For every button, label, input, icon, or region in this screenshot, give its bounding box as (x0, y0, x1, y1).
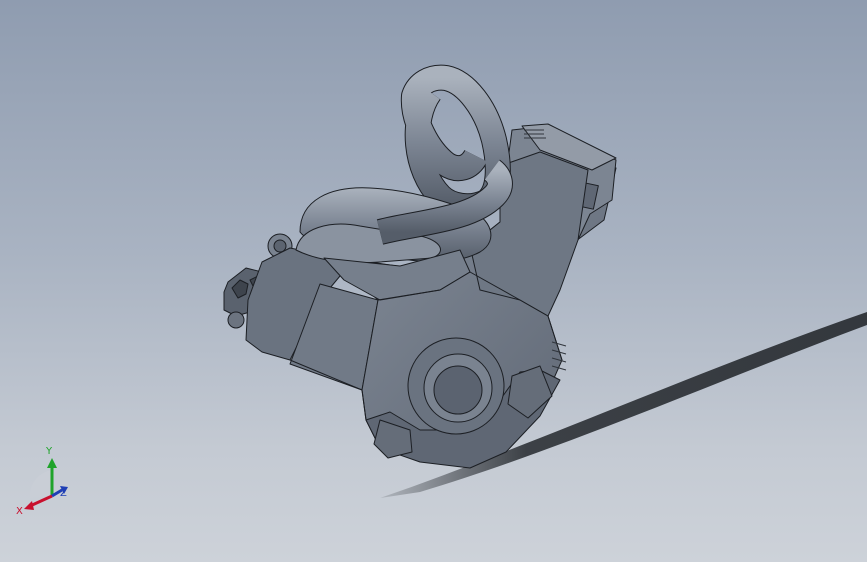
triad-y-arrow (47, 458, 57, 468)
reference-triad[interactable]: Y X Z (14, 440, 84, 520)
triad-x-label: X (16, 506, 23, 517)
rear-pulley-hub (273, 239, 287, 253)
crankshaft-hub (433, 365, 483, 415)
triad-x-arrow (24, 501, 34, 510)
left-port (227, 311, 245, 329)
model-scene[interactable] (0, 0, 867, 562)
engine-model[interactable] (223, 64, 617, 469)
graphics-viewport[interactable]: Y X Z (0, 0, 867, 562)
triad-sphere-quadrant (29, 470, 52, 498)
triad-z-label: Z (60, 488, 67, 499)
triad-y-label: Y (45, 446, 53, 457)
